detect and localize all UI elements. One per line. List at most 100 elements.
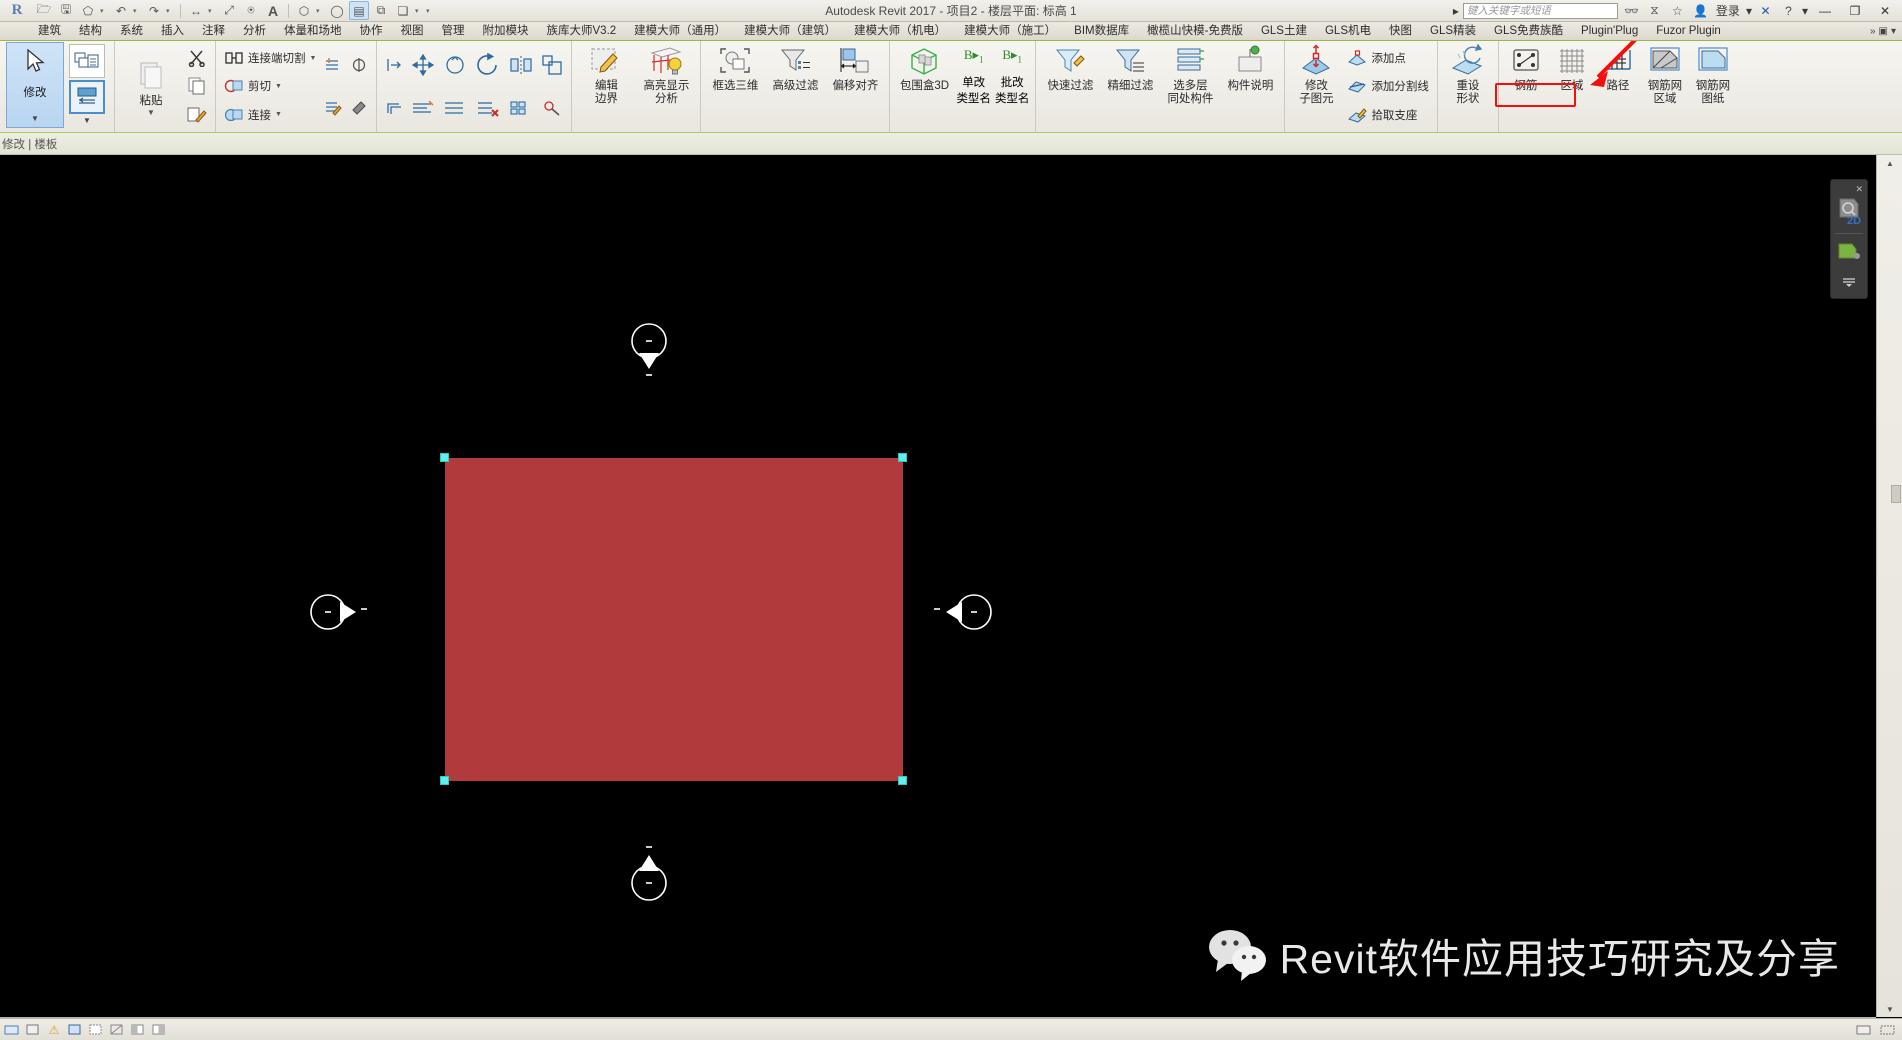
ribbon-tab-22[interactable]: GLS免费族酷 [1485,22,1572,40]
control-point-top[interactable] [620,319,678,381]
offset-align-button[interactable]: 偏移对齐 [825,41,885,132]
rotate-button[interactable] [473,53,503,77]
undo-icon[interactable]: ↶ [111,1,131,20]
navigation-panel[interactable]: ✕ 2D [1830,179,1868,299]
hammer-button[interactable] [348,96,370,119]
ribbon-tab-21[interactable]: GLS精装 [1421,22,1485,40]
cut-button[interactable] [185,47,209,70]
rebar-button[interactable]: 钢筋 [1503,41,1549,132]
ribbon-tab-23[interactable]: Plugin'Plug [1572,22,1647,40]
add-split-line-button[interactable]: 添加分割线 [1345,75,1431,98]
box-select-3d-button[interactable]: 框选三维 [705,41,765,132]
control-point-bottom[interactable] [620,841,678,905]
text-icon[interactable]: A [263,1,283,20]
favorites-star-icon[interactable]: ☆ [1668,2,1687,20]
ribbon-tab-24[interactable]: Fuzor Plugin [1647,22,1730,40]
more-icon[interactable] [1841,275,1857,293]
modify-sub-element-button[interactable]: 修改 子图元 [1289,41,1343,132]
account-icon[interactable]: 👤 [1691,2,1710,20]
offset-button[interactable] [383,96,405,119]
shape-icon[interactable] [1836,240,1862,262]
ribbon-tab-13[interactable]: 建模大师（建筑） [735,22,845,40]
section-icon[interactable]: ◯ [327,1,347,20]
rail-scroll-up-icon[interactable]: ▲ [1877,155,1902,171]
ribbon-tab-3[interactable]: 插入 [152,22,193,40]
search-input[interactable]: 键入关键字或短语 [1462,2,1618,19]
ribbon-tab-5[interactable]: 分析 [234,22,275,40]
help-caret-icon[interactable]: ▾ [1802,4,1808,18]
ribbon-tab-9[interactable]: 管理 [433,22,474,40]
fine-filter-button[interactable]: 精细过滤 [1100,41,1160,132]
ribbon-tab-7[interactable]: 协作 [351,22,392,40]
join-geometry-caret-icon[interactable]: ▼ [275,111,282,118]
join-geometry-button[interactable]: 连接 ▼ [222,103,284,126]
select-by-face-icon[interactable] [130,1023,146,1037]
ribbon-tab-11[interactable]: 族库大师V3.2 [538,22,626,40]
properties-palette-icon[interactable] [69,80,105,114]
demolish-button[interactable] [322,54,344,77]
filter-icon[interactable] [25,1023,41,1037]
mirror-pick-axis-button[interactable] [507,54,535,77]
properties-icon[interactable] [69,44,105,78]
ribbon-tab-12[interactable]: 建模大师（通用） [625,22,735,40]
ribbon-tab-0[interactable]: 建筑 [0,22,70,40]
match-type-button[interactable] [185,103,209,126]
rebar-path-button[interactable]: 路径 [1595,41,1641,132]
view-canvas[interactable]: Revit软件应用技巧研究及分享 [0,155,1876,1017]
tag-icon[interactable]: ⍟ [241,1,261,20]
rebar-mesh-area-button[interactable]: 钢筋网 区域 [1641,41,1689,132]
tab-overflow-controls[interactable]: » ▣ ▾ [1870,26,1902,37]
ribbon-display-caret-icon[interactable]: ▾ [1891,26,1896,37]
quick-access-toolbar[interactable]: 🗁 🖫 ⬠ ▾ ↶ ▾ ↷ ▾ ↔ ▾ ⤢ ⍟ A ⬡ ▾ ◯ ▤ ⧉ ❏ ▾ … [34,0,435,22]
paste-button[interactable]: 粘贴 ▼ [121,56,181,117]
split-button[interactable] [441,96,469,119]
ribbon-tab-bar[interactable]: 建筑 结构 系统 插入 注释 分析 体量和场地 协作 视图 管理 附加模块 族库大师V3.2 建模大师（… [0,22,1902,41]
redo-icon[interactable]: ↷ [144,1,164,20]
drag-elements-icon[interactable] [151,1023,167,1037]
default-3d-view-icon[interactable]: ⬡ [294,1,314,20]
select-underlay-icon[interactable] [88,1023,104,1037]
view-3d-caret-icon[interactable]: ▾ [316,7,325,15]
measure-caret-icon[interactable]: ▾ [208,7,217,15]
floor-handle-top-right[interactable] [898,453,907,462]
close-icon[interactable]: ✕ [1855,184,1863,195]
main-model-icon[interactable] [1856,1023,1872,1037]
save-icon[interactable]: 🖫 [56,1,76,20]
pin-button[interactable] [539,96,565,119]
array-button[interactable] [507,96,535,119]
signin-button[interactable]: 登录 [1714,2,1742,19]
vertical-scrollbar-thumb[interactable] [1891,485,1901,503]
switch-windows-caret-icon[interactable]: ▾ [415,7,424,15]
select-pinned-icon[interactable] [109,1023,125,1037]
editable-icon[interactable] [1880,1023,1896,1037]
communication-center-icon[interactable]: ⧖ [1645,2,1664,20]
infocenter-caret-icon[interactable]: ▸ [1453,4,1459,18]
modify-dropdown-caret-icon[interactable]: ▼ [31,114,39,123]
align-button[interactable] [383,54,405,77]
cut-geometry-button[interactable]: 剪切 ▼ [222,75,284,98]
minimize-button[interactable]: — [1812,1,1838,21]
ribbon-tab-16[interactable]: BIM数据库 [1065,22,1138,40]
autodesk-exchange-icon[interactable]: ✕ [1756,2,1775,20]
component-description-button[interactable]: 构件说明 [1220,41,1280,132]
thin-lines-icon[interactable]: ▤ [349,1,369,20]
ribbon-tab-14[interactable]: 建模大师（机电） [845,22,955,40]
drawing-area[interactable]: Revit软件应用技巧研究及分享 ▲ ▼ ✕ 2D [0,155,1902,1040]
select-link-icon[interactable] [67,1023,83,1037]
pick-support-button[interactable]: 拾取支座 [1345,103,1419,126]
add-point-button[interactable]: 添加点 [1345,47,1408,70]
floor-handle-bottom-left[interactable] [440,776,449,785]
ribbon[interactable]: 修改 ▼ ▼ 粘贴 ▼ 连接端切割 ▼ 剪切 ▼ 连接 ▼ 编辑 边界 高亮显示… [0,41,1902,133]
model-icon[interactable] [4,1023,20,1037]
ribbon-tab-6[interactable]: 体量和场地 [275,22,351,40]
signin-caret-icon[interactable]: ▾ [1746,4,1752,18]
copy-button[interactable] [185,75,209,98]
delete-button[interactable] [474,96,502,119]
cut-geometry-caret-icon[interactable]: ▼ [275,83,282,90]
status-bar-right[interactable] [1856,1023,1902,1037]
scale-button[interactable] [539,54,565,77]
close-hidden-windows-icon[interactable]: ⧉ [371,1,391,20]
view-control-rail[interactable]: ▲ ▼ [1876,155,1902,1017]
floor-slab[interactable] [445,458,903,781]
ribbon-tab-19[interactable]: GLS机电 [1316,22,1380,40]
